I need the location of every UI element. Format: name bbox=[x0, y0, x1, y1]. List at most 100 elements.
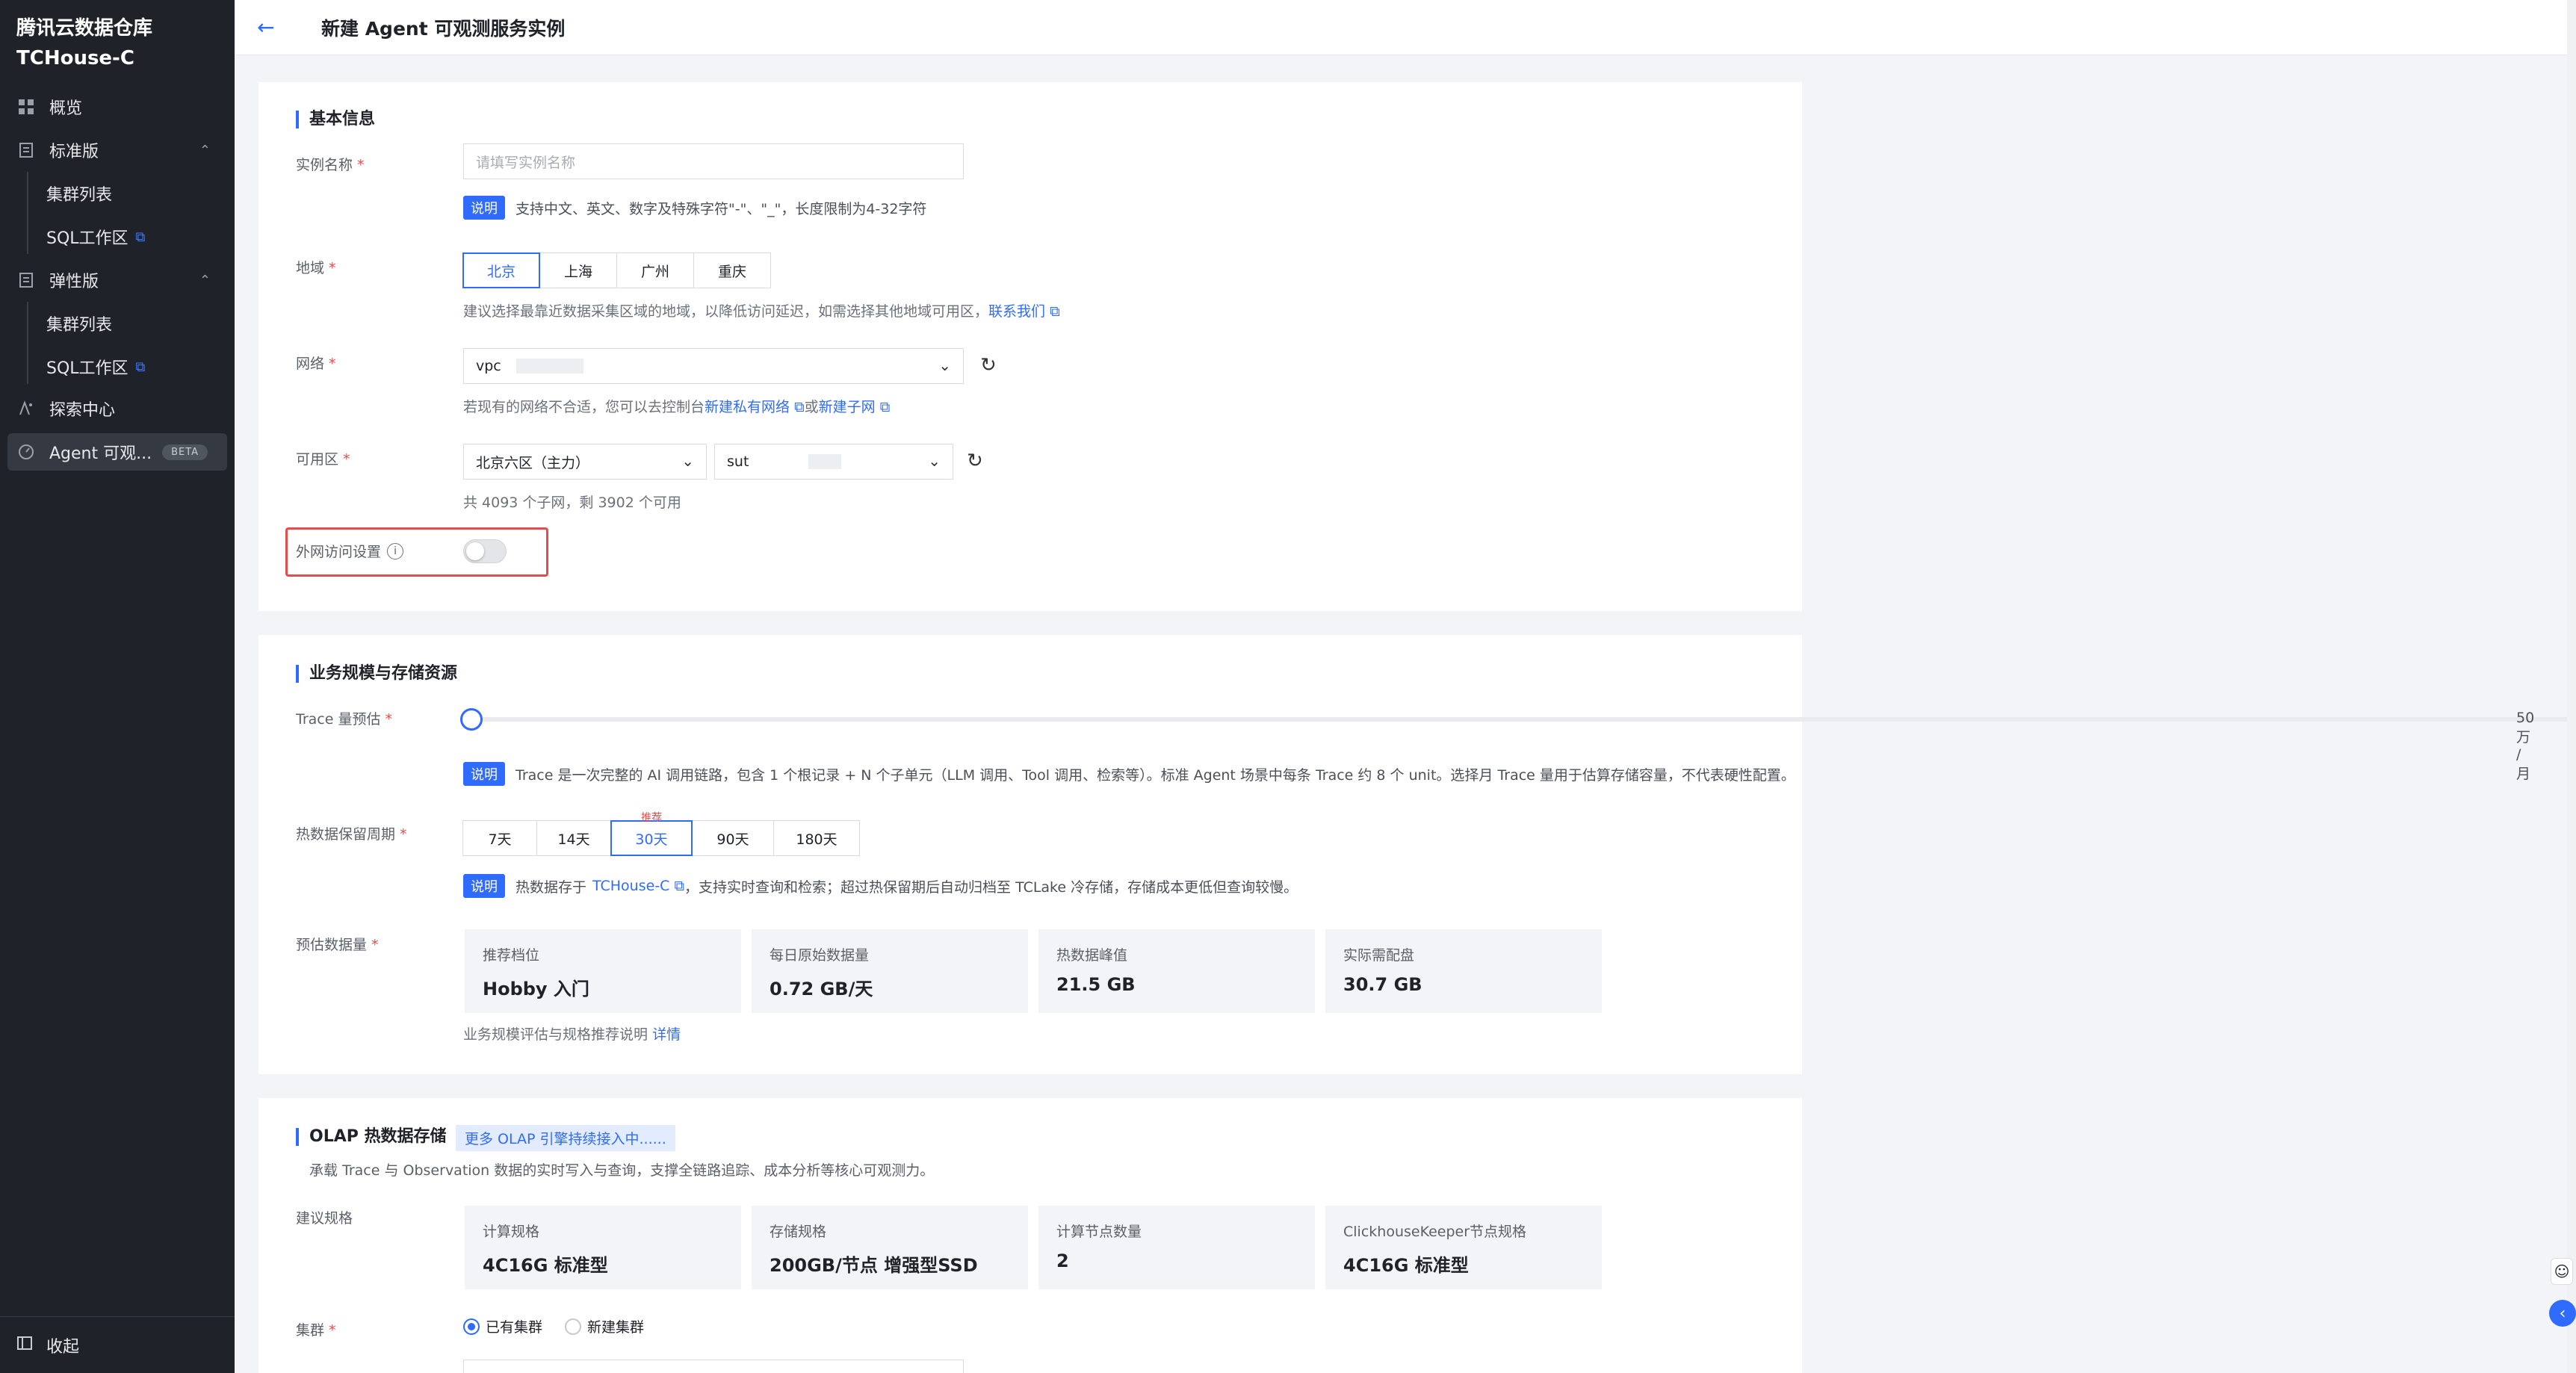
basic-info-card: 基本信息 实例名称 * 请填写实例名称 说明 支持中文、英文、数字及特殊字符"-"… bbox=[258, 82, 1802, 611]
stat-value: 30.7 GB bbox=[1343, 974, 1422, 995]
trace-label: Trace 量预估 * bbox=[296, 708, 392, 728]
region-hint: 建议选择最靠近数据采集区域的地域，以降低访问延迟，如需选择其他地域可用区，联系我… bbox=[463, 300, 1060, 320]
chevron-down-icon: ⌄ bbox=[681, 452, 694, 470]
back-arrow-icon[interactable]: ← bbox=[257, 15, 287, 40]
spec-key: 计算节点数量 bbox=[1056, 1224, 1142, 1240]
retention-option-180[interactable]: 180天 bbox=[773, 820, 860, 856]
sidebar-item-elastic-clusters[interactable]: 集群列表 bbox=[46, 305, 112, 342]
label-text: 外网访问设置 bbox=[296, 544, 382, 560]
trace-slider-track[interactable] bbox=[471, 717, 2576, 722]
retention-option-7[interactable]: 7天 bbox=[462, 820, 537, 856]
instance-name-tip: 说明 支持中文、英文、数字及特殊字符"-"、"_"，长度限制为4-32字符 bbox=[463, 196, 926, 220]
stat-value: 21.5 GB bbox=[1056, 974, 1136, 995]
public-access-label: 外网访问设置 i bbox=[296, 541, 404, 561]
details-link[interactable]: 详情 bbox=[652, 1026, 681, 1043]
external-link-icon: ⧉ bbox=[1050, 303, 1060, 320]
spec-card: 计算节点数量 2 bbox=[1038, 1206, 1315, 1289]
retention-selector: 7天 14天 30天 推荐 90天 180天 bbox=[462, 812, 860, 856]
cluster-select[interactable] bbox=[463, 1360, 964, 1373]
sidebar-item-label: 集群列表 bbox=[46, 186, 113, 205]
external-link-icon: ⧉ bbox=[790, 399, 805, 415]
label-text: 可用区 bbox=[296, 451, 339, 468]
info-icon[interactable]: i bbox=[387, 542, 404, 560]
zone-select[interactable]: 北京六区（主力） ⌄ bbox=[463, 444, 707, 480]
instance-name-label: 实例名称 * bbox=[296, 154, 365, 174]
region-label: 地域 * bbox=[296, 257, 336, 277]
sidebar-item-elastic[interactable]: 弹性版 ⌃ bbox=[7, 261, 227, 299]
region-option-beijing[interactable]: 北京 bbox=[462, 252, 540, 288]
stat-card: 实际需配盘 30.7 GB bbox=[1325, 929, 1602, 1013]
instance-name-input[interactable]: 请填写实例名称 bbox=[463, 143, 964, 179]
new-vpc-link[interactable]: 新建私有网络 bbox=[705, 399, 790, 415]
document-icon bbox=[16, 270, 36, 290]
sidebar-item-elastic-sql[interactable]: SQL工作区 ⧉ bbox=[46, 348, 145, 385]
subnet-select[interactable]: sut ⌄ bbox=[714, 444, 953, 480]
stat-card: 每日原始数据量 0.72 GB/天 bbox=[752, 929, 1028, 1013]
assistant-avatar-icon[interactable]: ☺ bbox=[2551, 1258, 2573, 1285]
cluster-new-radio[interactable]: 新建集群 bbox=[565, 1316, 644, 1336]
stat-value: Hobby 入门 bbox=[483, 979, 589, 999]
trace-slider-knob[interactable] bbox=[460, 708, 483, 731]
section-title: 业务规模与存储资源 bbox=[296, 665, 457, 683]
network-select[interactable]: vpc ⌄ bbox=[463, 348, 964, 384]
sidebar-item-label: Agent 可观... bbox=[49, 444, 152, 463]
trace-tip: 说明 Trace 是一次完整的 AI 调用链路，包含 1 个根记录 + N 个子… bbox=[463, 762, 1795, 786]
label-text: 实例名称 bbox=[296, 157, 353, 173]
tip-text: 热数据存于 bbox=[515, 878, 587, 896]
stat-value: 0.72 GB/天 bbox=[770, 979, 873, 999]
olap-card: OLAP 热数据存储 更多 OLAP 引擎持续接入中...... 承载 Trac… bbox=[258, 1098, 1802, 1373]
sidebar-item-label: 概览 bbox=[49, 99, 83, 118]
zone-label: 可用区 * bbox=[296, 448, 350, 468]
estimate-label: 预估数据量 * bbox=[296, 934, 379, 954]
placeholder-text: 请填写实例名称 bbox=[476, 154, 576, 171]
brand-title: 腾讯云数据仓库 bbox=[16, 17, 153, 40]
region-option-guangzhou[interactable]: 广州 bbox=[616, 252, 694, 288]
label-text: 地域 bbox=[296, 260, 325, 276]
region-selector: 北京 上海 广州 重庆 bbox=[462, 252, 771, 288]
subnet-hint: 共 4093 个子网，剩 3902 个可用 bbox=[463, 495, 681, 511]
hint-text: 或 bbox=[804, 399, 819, 415]
chevron-down-icon: ⌄ bbox=[938, 356, 951, 374]
olap-more-tag: 更多 OLAP 引擎持续接入中...... bbox=[456, 1125, 675, 1151]
public-access-toggle[interactable] bbox=[463, 539, 507, 563]
retention-option-14[interactable]: 14天 bbox=[536, 820, 611, 856]
spec-value: 200GB/节点 增强型SSD bbox=[770, 1255, 978, 1276]
sidebar-item-standard[interactable]: 标准版 ⌃ bbox=[7, 131, 227, 169]
retention-option-90[interactable]: 90天 bbox=[692, 820, 774, 856]
hint-text: 建议选择最靠近数据采集区域的地域，以降低访问延迟，如需选择其他地域可用区， bbox=[463, 303, 989, 320]
radio-dot bbox=[463, 1318, 480, 1335]
stat-label: 热数据峰值 bbox=[1056, 947, 1128, 964]
external-link-icon: ⧉ bbox=[674, 878, 685, 894]
cluster-existing-radio[interactable]: 已有集群 bbox=[463, 1316, 542, 1336]
stat-card: 推荐档位 Hobby 入门 bbox=[465, 929, 741, 1013]
tip-badge: 说明 bbox=[463, 762, 505, 786]
recommend-tag: 推荐 bbox=[641, 812, 662, 824]
sidebar-item-overview[interactable]: 概览 bbox=[7, 88, 227, 125]
refresh-icon[interactable]: ↻ bbox=[967, 450, 983, 472]
collapse-button[interactable]: 收起 bbox=[0, 1316, 235, 1373]
sidebar-item-explore[interactable]: 探索中心 bbox=[7, 390, 227, 427]
retention-option-30[interactable]: 30天 推荐 bbox=[610, 812, 693, 856]
region-option-chongqing[interactable]: 重庆 bbox=[693, 252, 771, 288]
tchouse-link[interactable]: TCHouse-C bbox=[592, 878, 669, 894]
new-subnet-link[interactable]: 新建子网 bbox=[819, 399, 876, 415]
chevron-down-icon: ⌄ bbox=[928, 452, 941, 470]
scrollbar[interactable] bbox=[2567, 0, 2576, 1373]
sidebar-item-standard-sql[interactable]: SQL工作区 ⧉ bbox=[46, 218, 145, 255]
section-title: OLAP 热数据存储 bbox=[296, 1128, 447, 1146]
option-label: 30天 bbox=[635, 831, 668, 848]
sidebar-item-label: 标准版 bbox=[49, 143, 99, 161]
required-mark: * bbox=[329, 1322, 336, 1339]
sidebar-item-standard-clusters[interactable]: 集群列表 bbox=[46, 175, 112, 212]
chevron-left-icon[interactable]: ‹ bbox=[2549, 1300, 2576, 1327]
region-option-shanghai[interactable]: 上海 bbox=[539, 252, 617, 288]
collapse-label: 收起 bbox=[46, 1337, 80, 1357]
submenu-line bbox=[27, 172, 28, 254]
label-text: 集群 bbox=[296, 1322, 325, 1339]
sidebar-item-agent[interactable]: Agent 可观... BETA bbox=[7, 433, 227, 471]
refresh-icon[interactable]: ↻ bbox=[980, 354, 997, 376]
required-mark: * bbox=[329, 260, 336, 276]
contact-us-link[interactable]: 联系我们 bbox=[988, 303, 1045, 320]
stat-label: 每日原始数据量 bbox=[770, 947, 870, 964]
redacted-mask bbox=[808, 454, 842, 469]
